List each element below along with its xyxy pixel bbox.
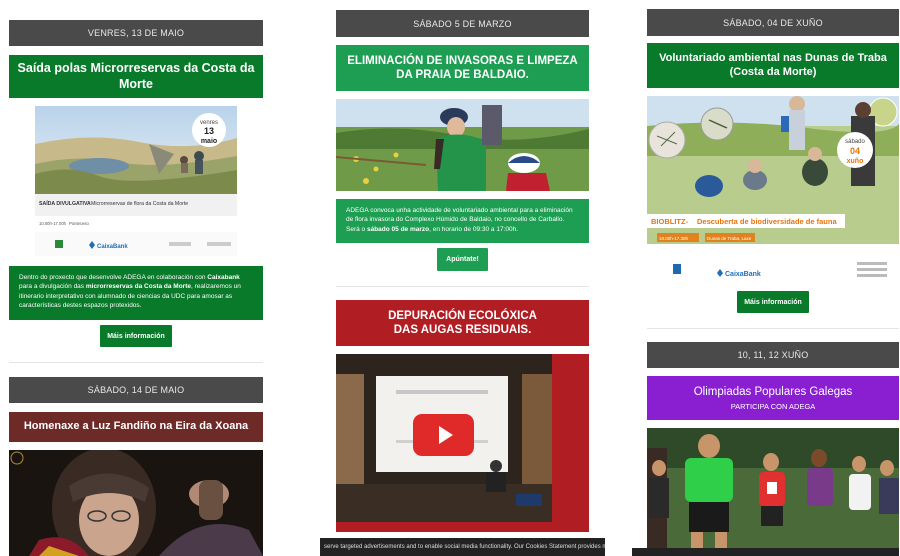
poster-banner: Descuberta de biodiversidade de fauna	[697, 217, 837, 226]
divider	[9, 362, 263, 363]
photo-runners	[647, 428, 899, 548]
video-embed[interactable]	[336, 354, 589, 532]
event-date: 10, 11, 12 XUÑO	[647, 342, 899, 368]
event-date: SÁBADO, 04 DE XUÑO	[647, 9, 899, 36]
adega-logo	[673, 264, 681, 274]
event-photo[interactable]	[9, 450, 263, 556]
cookie-notice-edge	[632, 548, 899, 556]
event-title[interactable]: Voluntariado ambiental nas Dunas de Trab…	[647, 43, 899, 88]
more-info-button[interactable]: Máis información	[737, 291, 809, 313]
poster-time: 10.00h-17.30h	[659, 236, 689, 241]
event-date: VENRES, 13 DE MAIO	[9, 20, 263, 46]
event-title[interactable]: Homenaxe a Luz Fandiño na Eira da Xoana	[9, 412, 263, 442]
more-info-button[interactable]: Máis información	[100, 325, 172, 347]
adega-logo	[55, 240, 63, 248]
poster-badge-day: 04	[850, 146, 860, 156]
event-poster[interactable]: sábado 04 xuño BIOBLITZ- Descuberta de b…	[647, 96, 899, 286]
event-photo[interactable]	[336, 99, 589, 191]
poster-place: Ponteceso	[69, 221, 89, 226]
event-description: Dentro do proxecto que desenvolve ADEGA …	[9, 266, 263, 320]
poster-place: Dunas de Traba, Laxe	[707, 236, 752, 241]
event-photo[interactable]	[647, 428, 899, 548]
cookie-notice[interactable]: serve targeted advertisements and to ena…	[320, 538, 605, 556]
events-page: VENRES, 13 DE MAIO Saída polas Microrres…	[0, 0, 900, 556]
poster-image: venres 13 maio SAÍDA DIVULGATIVA Microrr…	[35, 106, 237, 256]
poster-badge-line1: sábado	[845, 139, 865, 145]
poster-badge-line2: maio	[201, 138, 217, 145]
event-title[interactable]: Saída polas Microrreservas da Costa da M…	[9, 55, 263, 98]
play-button[interactable]	[413, 414, 474, 456]
play-icon	[438, 426, 453, 444]
photo-luz-fandino	[9, 450, 263, 556]
photo-volunteers	[336, 99, 589, 191]
poster-sponsor: CaixaBank	[97, 244, 128, 250]
event-title[interactable]: DEPURACIÓN ECOLÓXICA DAS AUGAS RESIDUAIS…	[336, 300, 589, 346]
signup-button[interactable]: Apúntate!	[437, 248, 488, 271]
poster-badge-day: 13	[204, 126, 214, 136]
poster-sponsor: CaixaBank	[725, 271, 761, 278]
event-description: ADEGA convoca unha actividade de volunta…	[336, 199, 589, 243]
poster-caption: Microrreservas de flora da Costa da Mort…	[91, 201, 188, 207]
event-date: SÁBADO, 14 DE MAIO	[9, 377, 263, 403]
poster-caption-bold: SAÍDA DIVULGATIVA	[39, 199, 91, 207]
divider	[336, 286, 589, 287]
divider	[647, 328, 899, 329]
poster-badge-line2: xuño	[847, 158, 864, 165]
event-poster[interactable]: venres 13 maio SAÍDA DIVULGATIVA Microrr…	[9, 104, 263, 258]
poster-banner-bold: BIOBLITZ-	[651, 217, 689, 226]
event-date: SÁBADO 5 DE MARZO	[336, 10, 589, 37]
event-title[interactable]: Olimpiadas Populares Galegas PARTICIPA C…	[647, 376, 899, 420]
poster-time: 10.00h-17.00h	[39, 221, 67, 226]
event-title[interactable]: ELIMINACIÓN DE INVASORAS E LIMPEZA DA PR…	[336, 45, 589, 91]
poster-bioblitz: sábado 04 xuño BIOBLITZ- Descuberta de b…	[647, 96, 899, 286]
